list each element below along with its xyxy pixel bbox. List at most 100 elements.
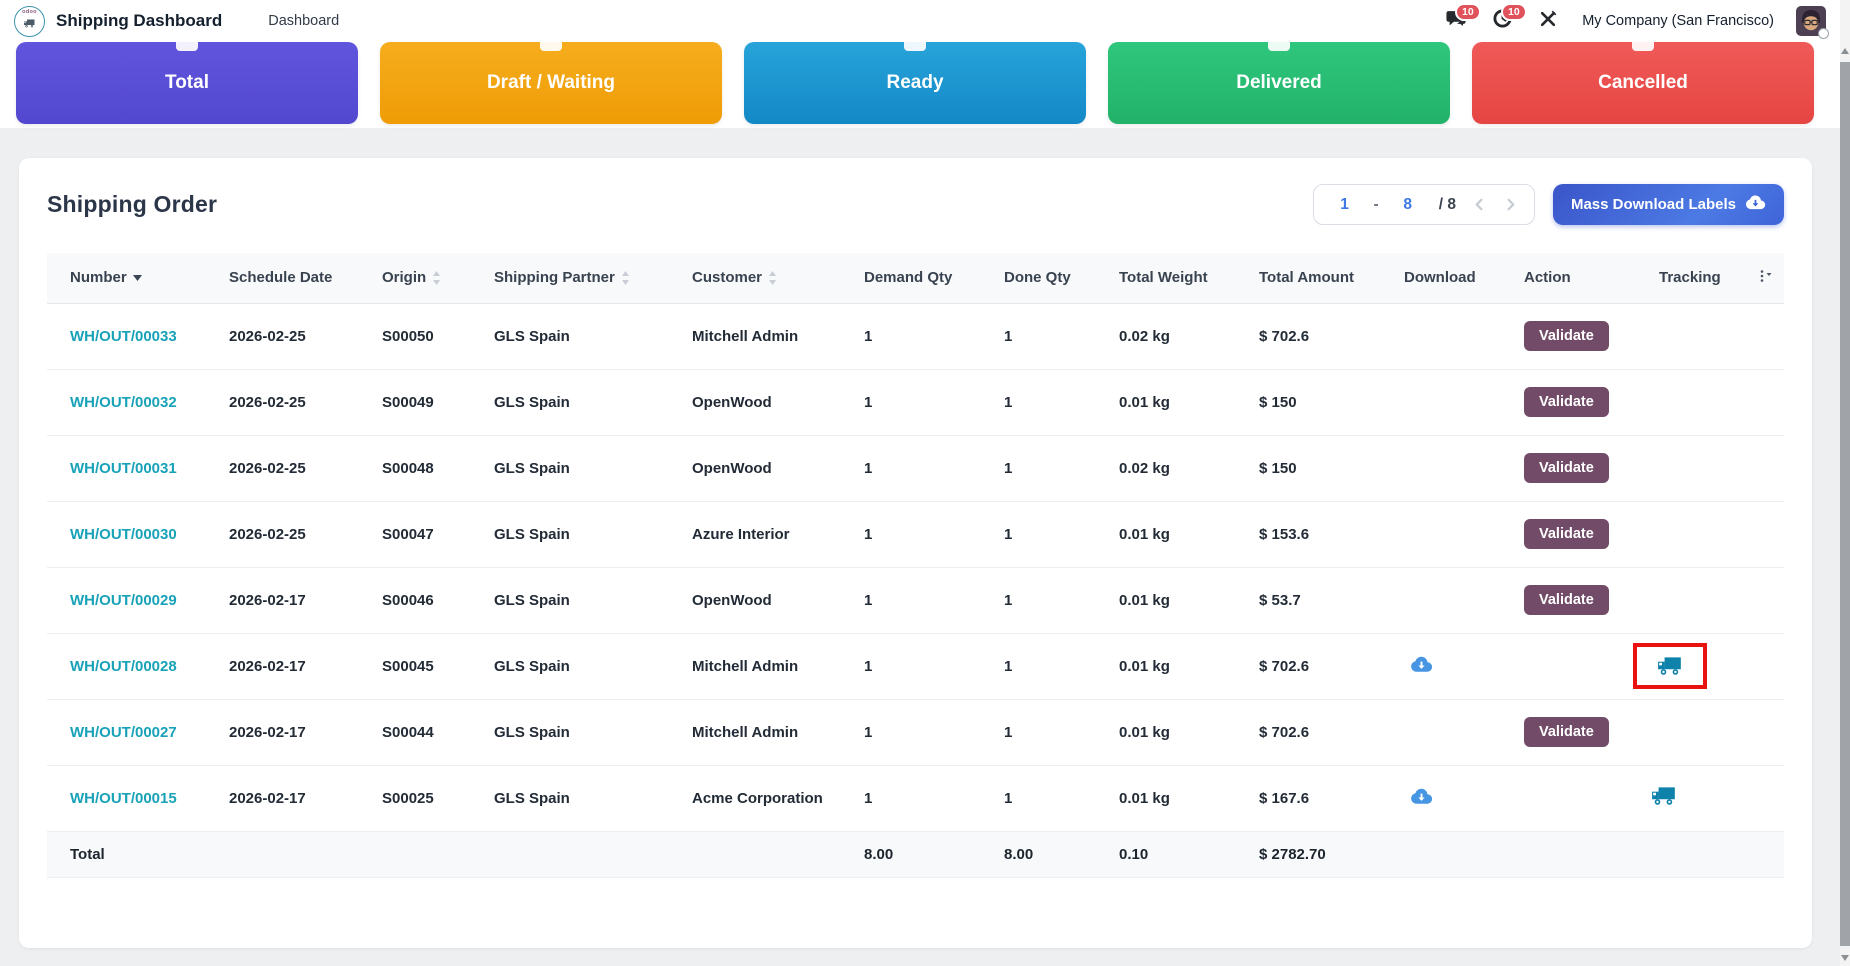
header-customer[interactable]: Customer xyxy=(692,253,864,303)
menu-dashboard[interactable]: Dashboard xyxy=(268,13,339,29)
validate-button[interactable]: Validate xyxy=(1524,321,1609,351)
company-switcher[interactable]: My Company (San Francisco) xyxy=(1582,13,1774,29)
customer-cell: Mitchell Admin xyxy=(692,633,864,699)
header-total-weight[interactable]: Total Weight xyxy=(1119,253,1259,303)
order-link[interactable]: WH/OUT/00015 xyxy=(70,790,177,807)
table-row: WH/OUT/00015 2026-02-17 S00025 GLS Spain… xyxy=(47,765,1784,831)
origin-cell: S00049 xyxy=(382,369,494,435)
header-column-options[interactable] xyxy=(1759,253,1784,303)
header-shipping-partner[interactable]: Shipping Partner xyxy=(494,253,692,303)
header-origin[interactable]: Origin xyxy=(382,253,494,303)
mass-download-labels-button[interactable]: Mass Download Labels xyxy=(1553,184,1784,225)
sort-both-icon xyxy=(621,271,630,285)
tracking-truck-icon[interactable] xyxy=(1657,656,1683,676)
activities-count-badge: 10 xyxy=(1501,3,1528,21)
demand-qty-cell: 1 xyxy=(864,699,1004,765)
action-cell: Validate xyxy=(1524,303,1659,369)
pager-start[interactable]: 1 xyxy=(1330,196,1360,214)
validate-button[interactable]: Validate xyxy=(1524,519,1609,549)
download-cell xyxy=(1404,699,1524,765)
card-draft-waiting[interactable]: Draft / Waiting xyxy=(380,42,722,124)
table-header: Number Schedule Date Origin Shipping Par… xyxy=(47,253,1784,303)
pager-end[interactable]: 8 xyxy=(1393,196,1423,214)
action-cell xyxy=(1524,765,1659,831)
validate-button[interactable]: Validate xyxy=(1524,585,1609,615)
download-cell xyxy=(1404,765,1524,831)
scroll-up-arrow[interactable] xyxy=(1841,48,1849,54)
tracking-cell xyxy=(1659,567,1759,633)
pager-next-button[interactable] xyxy=(1503,197,1518,212)
done-qty-cell: 1 xyxy=(1004,303,1119,369)
sort-desc-icon xyxy=(133,275,142,281)
table-row: WH/OUT/00031 2026-02-25 S00048 GLS Spain… xyxy=(47,435,1784,501)
activities-button[interactable]: 10 xyxy=(1490,10,1514,32)
download-label-icon[interactable] xyxy=(1410,788,1433,805)
total-weight-cell: 0.01 kg xyxy=(1119,369,1259,435)
card-delivered[interactable]: Delivered xyxy=(1108,42,1450,124)
download-cell xyxy=(1404,501,1524,567)
card-ready[interactable]: Ready xyxy=(744,42,1086,124)
validate-button[interactable]: Validate xyxy=(1524,453,1609,483)
total-amount-cell: $ 167.6 xyxy=(1259,765,1404,831)
mass-download-labels-label: Mass Download Labels xyxy=(1571,196,1736,213)
header-schedule-date[interactable]: Schedule Date xyxy=(229,253,382,303)
messages-button[interactable]: 10 xyxy=(1444,10,1468,32)
demand-qty-cell: 1 xyxy=(864,369,1004,435)
action-cell: Validate xyxy=(1524,435,1659,501)
scrollbar-thumb[interactable] xyxy=(1840,62,1850,946)
order-link[interactable]: WH/OUT/00027 xyxy=(70,724,177,741)
order-link[interactable]: WH/OUT/00031 xyxy=(70,460,177,477)
table-row: WH/OUT/00028 2026-02-17 S00045 GLS Spain… xyxy=(47,633,1784,699)
action-cell: Validate xyxy=(1524,369,1659,435)
total-done-qty: 8.00 xyxy=(1004,831,1119,877)
debug-tools-button[interactable] xyxy=(1536,10,1560,32)
header-done-qty[interactable]: Done Qty xyxy=(1004,253,1119,303)
download-label-icon[interactable] xyxy=(1410,656,1433,673)
vertical-scrollbar[interactable] xyxy=(1840,0,1850,966)
schedule-date-cell: 2026-02-25 xyxy=(229,501,382,567)
shipping-partner-cell: GLS Spain xyxy=(494,369,692,435)
card-ready-label: Ready xyxy=(886,72,943,94)
table-row: WH/OUT/00029 2026-02-17 S00046 GLS Spain… xyxy=(47,567,1784,633)
header-number[interactable]: Number xyxy=(47,253,229,303)
header-demand-qty[interactable]: Demand Qty xyxy=(864,253,1004,303)
user-status-indicator xyxy=(1818,28,1829,39)
validate-button[interactable]: Validate xyxy=(1524,717,1609,747)
order-link[interactable]: WH/OUT/00029 xyxy=(70,592,177,609)
sort-both-icon xyxy=(768,271,777,285)
total-weight-cell: 0.01 kg xyxy=(1119,699,1259,765)
order-link[interactable]: WH/OUT/00030 xyxy=(70,526,177,543)
tracking-cell xyxy=(1659,765,1759,831)
tracking-cell xyxy=(1659,303,1759,369)
total-weight-sum: 0.10 xyxy=(1119,831,1259,877)
table-row: WH/OUT/00032 2026-02-25 S00049 GLS Spain… xyxy=(47,369,1784,435)
card-cancelled[interactable]: Cancelled xyxy=(1472,42,1814,124)
validate-button[interactable]: Validate xyxy=(1524,387,1609,417)
order-link[interactable]: WH/OUT/00032 xyxy=(70,394,177,411)
header-tracking[interactable]: Tracking xyxy=(1659,253,1759,303)
app-title: Shipping Dashboard xyxy=(56,11,222,31)
tracking-truck-icon[interactable] xyxy=(1651,786,1677,806)
card-total[interactable]: Total xyxy=(16,42,358,124)
order-link[interactable]: WH/OUT/00033 xyxy=(70,328,177,345)
schedule-date-cell: 2026-02-25 xyxy=(229,369,382,435)
done-qty-cell: 1 xyxy=(1004,369,1119,435)
done-qty-cell: 1 xyxy=(1004,501,1119,567)
order-link[interactable]: WH/OUT/00028 xyxy=(70,658,177,675)
card-cancelled-label: Cancelled xyxy=(1598,72,1688,94)
done-qty-cell: 1 xyxy=(1004,567,1119,633)
tracking-cell xyxy=(1659,369,1759,435)
scroll-down-arrow[interactable] xyxy=(1841,955,1849,961)
schedule-date-cell: 2026-02-17 xyxy=(229,567,382,633)
origin-cell: S00048 xyxy=(382,435,494,501)
header-action[interactable]: Action xyxy=(1524,253,1659,303)
download-cell xyxy=(1404,633,1524,699)
total-weight-cell: 0.02 kg xyxy=(1119,303,1259,369)
header-download[interactable]: Download xyxy=(1404,253,1524,303)
origin-cell: S00025 xyxy=(382,765,494,831)
user-avatar[interactable] xyxy=(1796,6,1826,36)
header-total-amount[interactable]: Total Amount xyxy=(1259,253,1404,303)
app-logo[interactable]: odoo xyxy=(14,6,45,37)
tools-icon xyxy=(1539,10,1557,33)
pager-previous-button[interactable] xyxy=(1472,197,1487,212)
